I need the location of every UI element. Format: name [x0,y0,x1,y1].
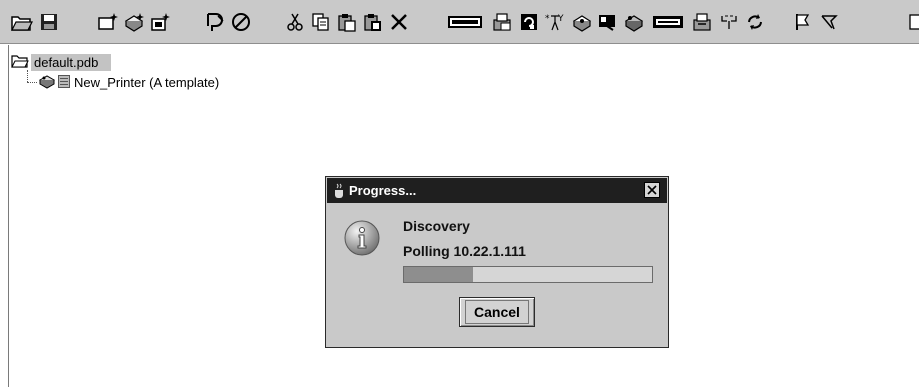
tree-child-label: New_Printer (A template) [74,75,220,90]
keyboard-icon[interactable] [445,10,485,34]
inspect-icon[interactable] [596,10,620,34]
main-toolbar: * Y [0,0,919,44]
tree-root-label: default.pdb [31,54,112,71]
tree-connector [27,70,29,82]
printer-config-icon[interactable] [570,10,594,34]
java-cup-icon [332,183,346,199]
network-icon[interactable]: * Y [543,10,567,34]
card-icon[interactable] [650,10,686,34]
dialog-title-bar[interactable]: Progress... [327,178,667,203]
progress-fill [404,267,474,282]
paste-special-icon[interactable] [361,10,385,34]
tree-child-node[interactable]: New_Printer (A template) [38,74,219,91]
new-item-icon[interactable] [96,10,120,34]
dialog-title: Progress... [349,183,417,198]
message-title: Discovery [403,218,470,234]
info-icon [344,220,380,256]
template-icon [58,73,70,92]
printer-icon [38,73,56,93]
close-icon [647,185,657,195]
paste-icon[interactable] [335,10,359,34]
cut-icon[interactable] [283,10,307,34]
new-document-icon[interactable] [148,10,172,34]
new-printer-icon[interactable] [122,10,146,34]
svg-text:*: * [545,14,550,24]
open-folder-icon[interactable] [10,10,34,34]
refresh-document-icon[interactable] [517,10,541,34]
tools-icon[interactable] [817,10,841,34]
save-icon[interactable] [37,10,61,34]
split-icon[interactable] [717,10,741,34]
cancel-label: Cancel [465,300,529,324]
printer-driver-icon[interactable] [622,10,646,34]
flag-icon[interactable] [791,10,815,34]
cancel-button[interactable]: Cancel [459,297,535,327]
edit-icon[interactable] [203,10,227,34]
tree-root-node[interactable]: default.pdb [11,54,112,71]
delete-icon[interactable] [387,10,411,34]
sync-icon[interactable] [743,10,767,34]
progress-bar [403,266,653,283]
print-queue-icon[interactable] [691,10,715,34]
progress-dialog: Progress... Discovery Polling 10.22.1.11… [325,176,669,348]
tree-connector [27,82,37,84]
message-detail: Polling 10.22.1.111 [403,243,526,259]
svg-text:Y: Y [557,14,564,24]
toolbar-overflow-icon[interactable] [906,10,919,34]
printer-settings-icon[interactable] [491,10,515,34]
close-button[interactable] [644,182,660,198]
copy-icon[interactable] [309,10,333,34]
stop-icon[interactable] [229,10,253,34]
panel-border [8,45,9,387]
